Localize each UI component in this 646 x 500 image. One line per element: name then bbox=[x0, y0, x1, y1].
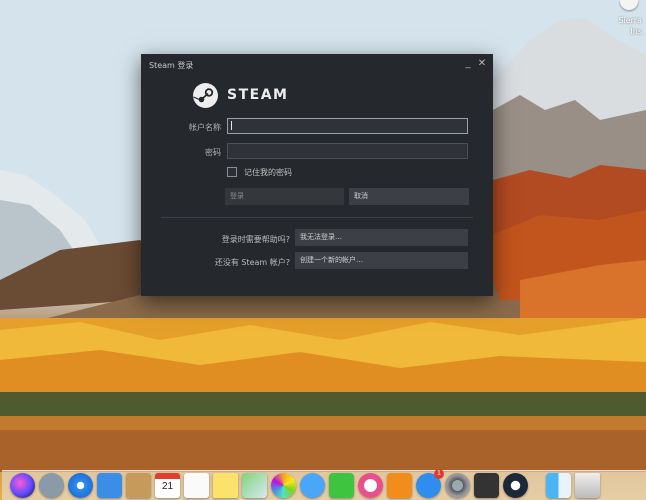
need-help-label: 登录时需要帮助吗? bbox=[221, 235, 290, 244]
password-label: 密码 bbox=[205, 148, 221, 157]
close-button[interactable]: ✕ bbox=[475, 56, 489, 72]
calendar-day-label: 21 bbox=[161, 481, 174, 492]
launchpad-icon[interactable] bbox=[39, 473, 64, 498]
notes-icon[interactable] bbox=[126, 473, 151, 498]
steam-logo: STEAM bbox=[193, 82, 288, 108]
dock: 21 1 bbox=[2, 469, 646, 500]
app-store-icon[interactable]: 1 bbox=[416, 469, 444, 498]
mail-icon[interactable] bbox=[97, 473, 122, 498]
no-account-label: 还没有 Steam 帐户? bbox=[214, 258, 290, 267]
music-icon[interactable] bbox=[358, 473, 383, 498]
steam-login-window: Steam 登录 _ ✕ STEAM 帐户名称 密码 记住我的密码 登录 取消 … bbox=[141, 54, 493, 296]
finder-icon[interactable] bbox=[546, 473, 571, 498]
steam-logo-text: STEAM bbox=[227, 87, 289, 103]
window-title: Steam 登录 bbox=[149, 61, 194, 70]
create-account-button[interactable]: 创建一个新的帐户… bbox=[295, 252, 468, 269]
cancel-button[interactable]: 取消 bbox=[349, 188, 469, 205]
password-input[interactable] bbox=[227, 143, 468, 159]
account-name-input[interactable] bbox=[227, 118, 468, 134]
desktop-item-label: Sierra bbox=[618, 16, 642, 25]
text-caret bbox=[231, 121, 232, 130]
maps-icon[interactable] bbox=[242, 473, 267, 498]
trash-icon[interactable] bbox=[575, 473, 600, 498]
calendar-icon[interactable]: 21 bbox=[155, 473, 180, 498]
remember-password-label[interactable]: 记住我的密码 bbox=[244, 167, 292, 178]
system-preferences-icon[interactable] bbox=[445, 473, 470, 498]
unity-icon[interactable] bbox=[474, 473, 499, 498]
safari-icon[interactable] bbox=[68, 473, 93, 498]
siri-icon[interactable] bbox=[10, 473, 35, 498]
account-name-label: 帐户名称 bbox=[189, 123, 221, 132]
stickies-icon[interactable] bbox=[213, 473, 238, 498]
reminders-icon[interactable] bbox=[184, 473, 209, 498]
remember-password-checkbox[interactable] bbox=[227, 167, 237, 177]
steam-icon[interactable] bbox=[503, 473, 528, 498]
window-titlebar[interactable]: Steam 登录 _ ✕ bbox=[141, 54, 493, 76]
minimize-button[interactable]: _ bbox=[461, 56, 475, 72]
cant-login-button[interactable]: 我无法登录… bbox=[295, 229, 468, 246]
app-store-badge: 1 bbox=[434, 469, 444, 479]
books-icon[interactable] bbox=[387, 473, 412, 498]
messages-icon[interactable] bbox=[300, 473, 325, 498]
facetime-icon[interactable] bbox=[329, 473, 354, 498]
login-button[interactable]: 登录 bbox=[225, 188, 344, 205]
steam-logo-icon bbox=[193, 82, 218, 108]
section-divider bbox=[161, 217, 473, 218]
photos-icon[interactable] bbox=[271, 473, 296, 498]
desktop-item-label-2: Ins bbox=[630, 27, 642, 36]
